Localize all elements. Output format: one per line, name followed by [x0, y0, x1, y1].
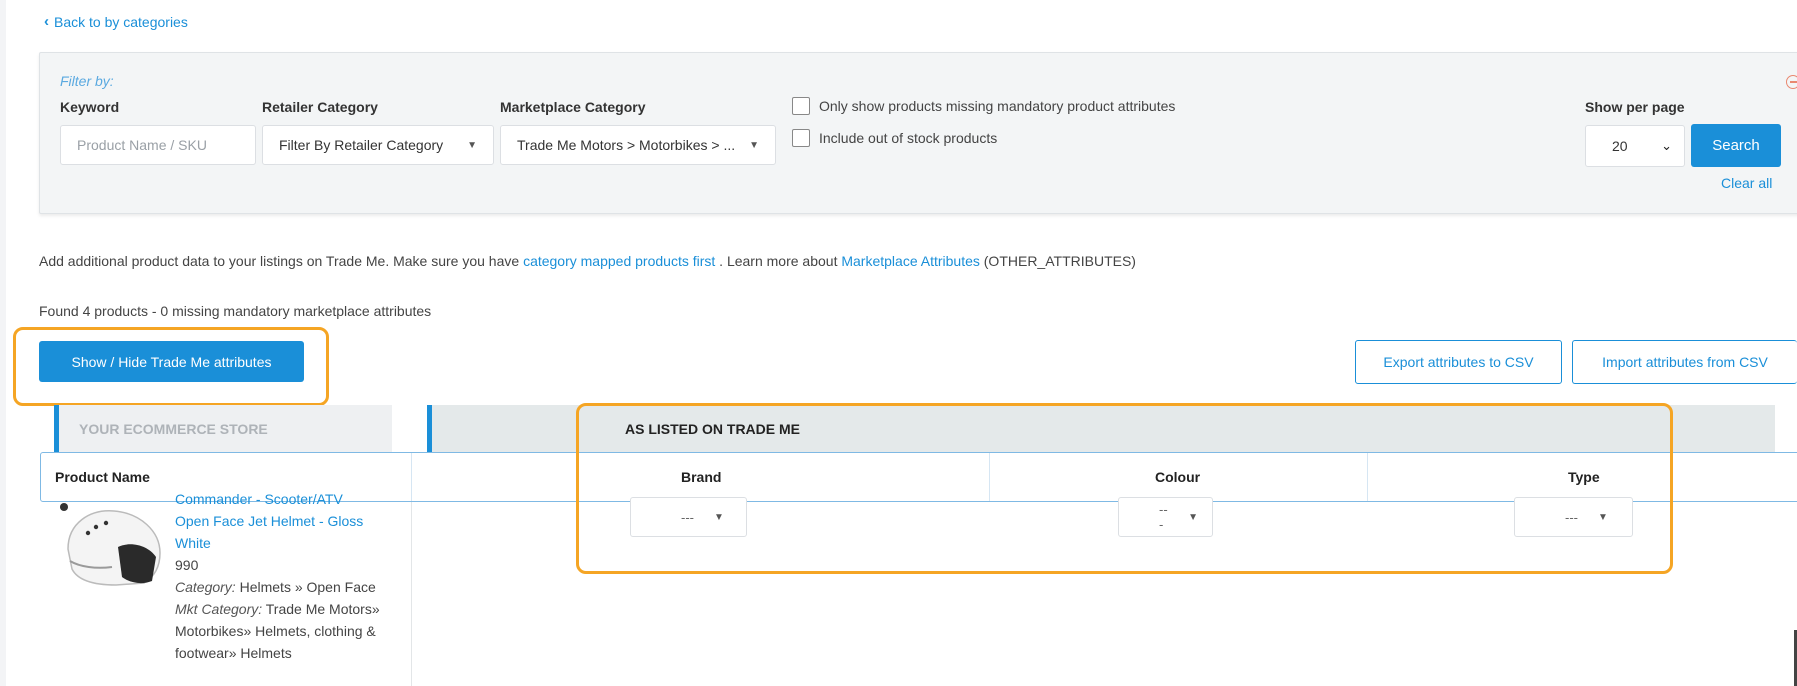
column-divider: [411, 453, 412, 501]
caret-down-icon: ▼: [714, 511, 724, 523]
info-text-part: . Learn more about: [715, 253, 842, 269]
caret-down-icon: ▼: [1188, 511, 1198, 523]
brand-select[interactable]: --- ▼: [630, 497, 747, 537]
collapse-filter-icon[interactable]: [1786, 75, 1797, 89]
export-csv-button[interactable]: Export attributes to CSV: [1355, 340, 1562, 384]
chevron-down-icon: ⌄: [1661, 138, 1672, 153]
back-link[interactable]: ‹ Back to by categories: [44, 13, 188, 30]
column-header-type[interactable]: Type: [1568, 453, 1600, 501]
info-text-part: Add additional product data to your list…: [39, 253, 524, 269]
retailer-category-select[interactable]: Filter By Retailer Category ▼: [262, 125, 494, 165]
import-csv-button[interactable]: Import attributes from CSV: [1572, 340, 1797, 384]
column-header-product-name[interactable]: Product Name: [55, 453, 150, 501]
store-section-header: YOUR ECOMMERCE STORE: [54, 405, 392, 453]
brand-value: ---: [681, 509, 694, 525]
category-mapped-link[interactable]: category mapped products first: [523, 253, 715, 269]
out-of-stock-label: Include out of stock products: [819, 130, 998, 146]
checkbox-box[interactable]: [792, 129, 810, 147]
product-name-line[interactable]: White: [175, 532, 397, 554]
marketplace-category-select[interactable]: Trade Me Motors > Motorbikes > ... ▼: [500, 125, 776, 165]
filter-panel: Filter by: Keyword Product Name / SKU Re…: [39, 52, 1797, 214]
product-name-partial[interactable]: Commander - Scooter/ATV: [175, 488, 397, 510]
info-text-part: (OTHER_ATTRIBUTES): [979, 253, 1136, 269]
colour-value: ---: [1159, 502, 1168, 532]
per-page-select[interactable]: 20 ⌄: [1585, 125, 1685, 167]
toggle-attributes-button[interactable]: Show / Hide Trade Me attributes: [39, 341, 304, 382]
retailer-category-value: Filter By Retailer Category: [279, 137, 444, 153]
caret-down-icon: ▼: [749, 139, 759, 151]
marketplace-category-label: Marketplace Category: [500, 99, 646, 115]
left-edge: [0, 0, 6, 686]
caret-down-icon: ▼: [1598, 511, 1608, 523]
column-divider: [1367, 453, 1368, 501]
info-text: Add additional product data to your list…: [39, 253, 1136, 269]
helmet-image: [60, 503, 161, 586]
product-details: Commander - Scooter/ATV Open Face Jet He…: [175, 491, 397, 664]
mkt-category-label: Mkt Category:: [175, 601, 263, 617]
category-value: Helmets » Open Face: [235, 579, 376, 595]
marketplace-category-value: Trade Me Motors > Motorbikes > ...: [517, 137, 736, 153]
product-category: Category: Helmets » Open Face: [175, 576, 397, 598]
product-price: 990: [175, 557, 199, 573]
missing-attributes-label: Only show products missing mandatory pro…: [819, 98, 1176, 114]
found-count: Found 4 products - 0 missing mandatory m…: [39, 303, 432, 319]
type-select[interactable]: --- ▼: [1514, 497, 1633, 537]
missing-attributes-checkbox[interactable]: Only show products missing mandatory pro…: [792, 97, 1175, 115]
column-header-brand[interactable]: Brand: [681, 453, 721, 501]
trade-section-header: AS LISTED ON TRADE ME: [427, 405, 1775, 453]
per-page-value: 20: [1612, 138, 1628, 154]
per-page-label: Show per page: [1585, 99, 1685, 115]
column-header-colour[interactable]: Colour: [1155, 453, 1200, 501]
product-name-line[interactable]: Open Face Jet Helmet - Gloss: [175, 510, 397, 532]
chevron-left-icon: ‹: [44, 13, 49, 30]
column-divider: [989, 453, 990, 501]
product-thumbnail[interactable]: [56, 501, 166, 591]
keyword-input[interactable]: Product Name / SKU: [60, 125, 256, 165]
column-divider: [411, 502, 412, 686]
back-link-label: Back to by categories: [54, 13, 188, 30]
clear-all-link[interactable]: Clear all: [1721, 175, 1772, 191]
caret-down-icon: ▼: [467, 139, 477, 151]
keyword-label: Keyword: [60, 99, 120, 115]
retailer-category-label: Retailer Category: [262, 99, 378, 115]
product-mkt-category: Mkt Category: Trade Me Motors» Motorbike…: [175, 598, 397, 664]
checkbox-box[interactable]: [792, 97, 810, 115]
marketplace-attributes-link[interactable]: Marketplace Attributes: [841, 253, 980, 269]
filter-title: Filter by:: [60, 73, 114, 89]
category-label: Category:: [175, 579, 236, 595]
type-value: ---: [1565, 509, 1578, 525]
search-button[interactable]: Search: [1691, 124, 1781, 167]
colour-select[interactable]: --- ▼: [1118, 497, 1213, 537]
out-of-stock-checkbox[interactable]: Include out of stock products: [792, 129, 997, 147]
